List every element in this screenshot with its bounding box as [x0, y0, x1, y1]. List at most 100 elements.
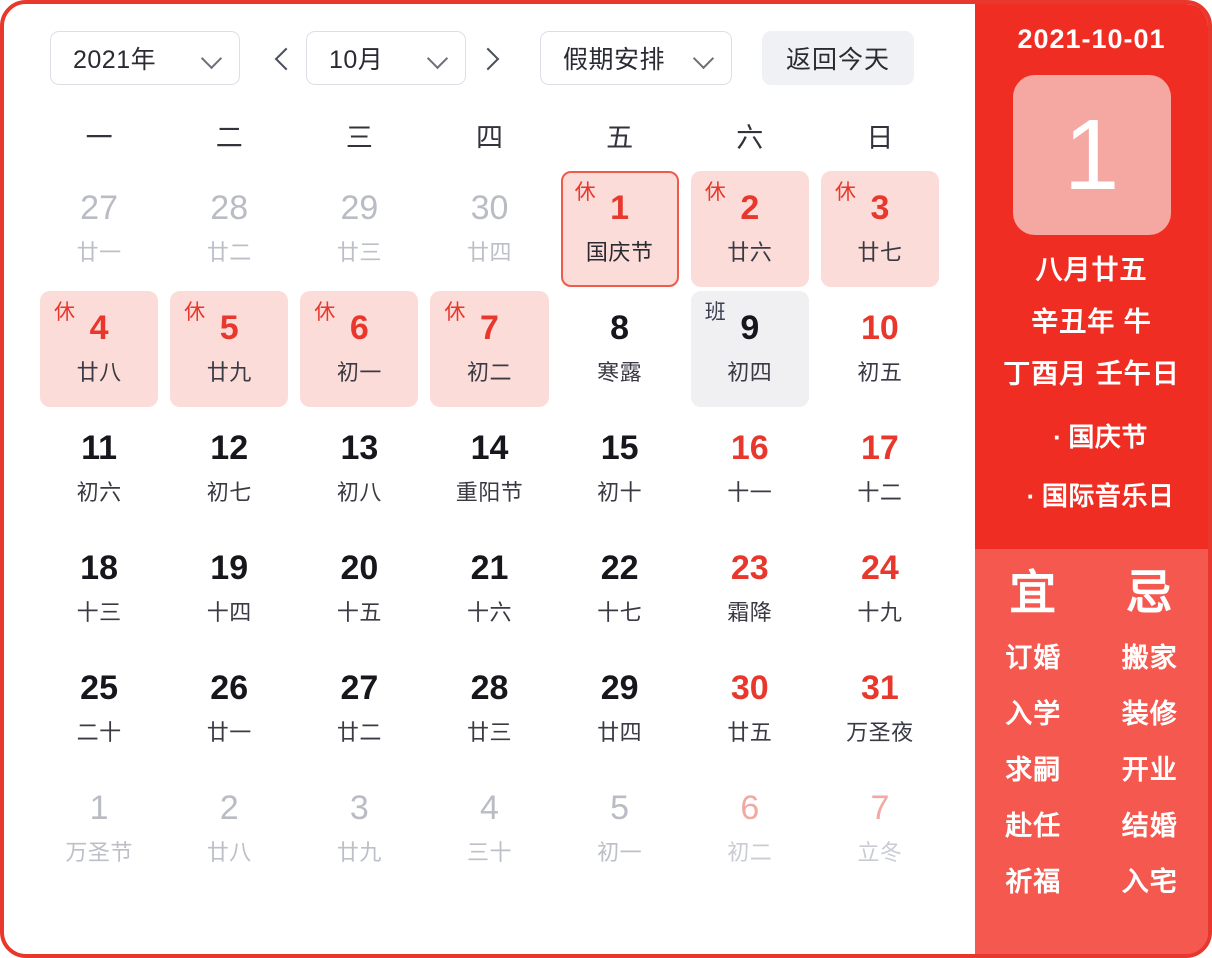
day-cell[interactable]: 班 9 初四: [690, 291, 809, 407]
festival-item: · 国庆节: [993, 417, 1208, 454]
day-cell[interactable]: 休 2 廿六: [690, 171, 809, 287]
day-cell[interactable]: 30 廿四: [430, 171, 548, 287]
day-cell[interactable]: 14 重阳节: [430, 411, 548, 527]
calendar-pane: 2021年 10月 假期安排 返回今天 一二三四五六日 27 廿一 28 廿二 …: [4, 4, 975, 954]
day-cell[interactable]: 5 初一: [561, 771, 679, 887]
day-cell[interactable]: 休 6 初一: [300, 291, 419, 407]
day-lunar-label: 初四: [727, 360, 773, 386]
day-lunar-label: 廿九: [206, 360, 252, 386]
day-lunar-label: 廿三: [466, 720, 512, 746]
day-lunar-label: 廿八: [206, 840, 252, 866]
almanac-suitable-item: 订婚: [1005, 642, 1062, 673]
day-number: 19: [210, 548, 249, 587]
almanac-suitable-item: 求嗣: [1005, 754, 1062, 785]
day-lunar-label: 万圣节: [65, 840, 133, 866]
day-lunar-label: 重阳节: [455, 480, 524, 506]
day-lunar-label: 初五: [857, 360, 903, 386]
day-lunar-label: 十三: [76, 600, 122, 626]
year-select[interactable]: 2021年: [50, 30, 240, 85]
day-cell[interactable]: 3 廿九: [300, 771, 418, 887]
rest-day-badge: 休: [834, 181, 856, 204]
day-cell[interactable]: 13 初八: [300, 411, 418, 527]
day-cell[interactable]: 6 初二: [691, 771, 809, 887]
day-cell[interactable]: 25 二十: [40, 651, 158, 767]
day-cell[interactable]: 16 十一: [691, 411, 809, 527]
day-cell[interactable]: 7 立冬: [821, 771, 939, 887]
day-cell[interactable]: 休 1 国庆节: [560, 171, 679, 287]
day-number: 6: [740, 788, 760, 827]
rest-day-badge: 休: [444, 301, 466, 324]
day-number: 24: [861, 548, 899, 587]
day-lunar-label: 十四: [206, 600, 252, 626]
day-cell[interactable]: 20 十五: [300, 531, 418, 647]
year-select-label: 2021年: [73, 45, 157, 74]
day-cell[interactable]: 30 廿五: [691, 651, 809, 767]
almanac-avoid-item: 结婚: [1121, 810, 1178, 841]
day-number: 5: [219, 308, 239, 347]
day-number: 22: [600, 548, 639, 587]
prev-month-button[interactable]: [258, 31, 306, 85]
day-lunar-label: 廿三: [336, 240, 382, 266]
day-cell[interactable]: 17 十二: [821, 411, 939, 527]
detail-lunar-date: 八月廿五: [1035, 255, 1148, 285]
day-cell[interactable]: 休 7 初二: [430, 291, 549, 407]
rest-day-badge: 休: [314, 301, 336, 324]
next-month-button[interactable]: [466, 31, 514, 85]
month-select[interactable]: 10月: [306, 30, 466, 85]
day-cell[interactable]: 29 廿三: [300, 171, 418, 287]
big-day-box: 1: [1012, 75, 1171, 235]
day-cell[interactable]: 2 廿八: [170, 771, 288, 887]
almanac-suitable-item: 入学: [1005, 698, 1062, 729]
back-to-today-button[interactable]: 返回今天: [762, 30, 915, 85]
day-cell[interactable]: 休 5 廿九: [170, 291, 289, 407]
day-cell[interactable]: 23 霜降: [691, 531, 809, 647]
day-cell[interactable]: 29 廿四: [561, 651, 679, 767]
bullet-icon: ·: [1026, 481, 1036, 511]
day-cell[interactable]: 15 初十: [561, 411, 679, 527]
day-cell[interactable]: 27 廿二: [300, 651, 418, 767]
day-number: 28: [470, 668, 509, 707]
day-detail-top: 2021-10-01 1 八月廿五 辛丑年 牛 丁酉月 壬午日 · 国庆节 · 国际音…: [975, 4, 1208, 549]
day-cell[interactable]: 31 万圣夜: [821, 651, 939, 767]
day-cell[interactable]: 11 初六: [40, 411, 158, 527]
day-cell[interactable]: 4 三十: [430, 771, 548, 887]
day-cell[interactable]: 22 十七: [561, 531, 679, 647]
day-number: 21: [470, 548, 509, 587]
day-cell[interactable]: 24 十九: [821, 531, 939, 647]
almanac-avoid-list: 搬家 装修 开业 结婚 入宅: [1092, 636, 1209, 899]
day-cell[interactable]: 21 十六: [430, 531, 548, 647]
day-cell[interactable]: 18 十三: [40, 531, 158, 647]
almanac-avoid-item: 入宅: [1121, 866, 1178, 897]
detail-date: 2021-10-01: [1017, 24, 1166, 54]
day-lunar-label: 廿四: [597, 720, 643, 746]
day-cell[interactable]: 19 十四: [170, 531, 288, 647]
day-lunar-label: 国庆节: [585, 240, 654, 266]
day-cell[interactable]: 休 4 廿八: [40, 291, 159, 407]
day-number: 17: [861, 428, 899, 467]
day-lunar-label: 初二: [466, 360, 512, 386]
day-number: 18: [80, 548, 118, 587]
day-cell[interactable]: 28 廿三: [430, 651, 548, 767]
day-number: 23: [730, 548, 769, 587]
day-cell[interactable]: 休 3 廿七: [820, 171, 939, 287]
day-detail-panel: 2021-10-01 1 八月廿五 辛丑年 牛 丁酉月 壬午日 · 国庆节 · 国际音…: [975, 4, 1208, 954]
day-number: 30: [470, 188, 509, 227]
day-cell[interactable]: 12 初七: [170, 411, 288, 527]
almanac-avoid-item: 装修: [1121, 698, 1178, 729]
day-number: 26: [210, 668, 249, 707]
day-cell[interactable]: 1 万圣节: [40, 771, 158, 887]
day-lunar-label: 十一: [727, 480, 773, 506]
day-cell[interactable]: 10 初五: [821, 291, 939, 407]
chevron-left-icon: [274, 50, 290, 66]
day-number: 5: [610, 788, 630, 827]
day-number: 3: [349, 788, 369, 827]
big-day-number: 1: [1063, 99, 1120, 211]
day-number: 27: [80, 188, 118, 227]
day-cell[interactable]: 8 寒露: [561, 291, 679, 407]
day-number: 3: [870, 188, 890, 227]
holiday-arrangement-select[interactable]: 假期安排: [540, 30, 732, 85]
day-cell[interactable]: 26 廿一: [170, 651, 288, 767]
day-cell[interactable]: 28 廿二: [170, 171, 288, 287]
day-cell[interactable]: 27 廿一: [40, 171, 158, 287]
day-number: 27: [340, 668, 379, 707]
